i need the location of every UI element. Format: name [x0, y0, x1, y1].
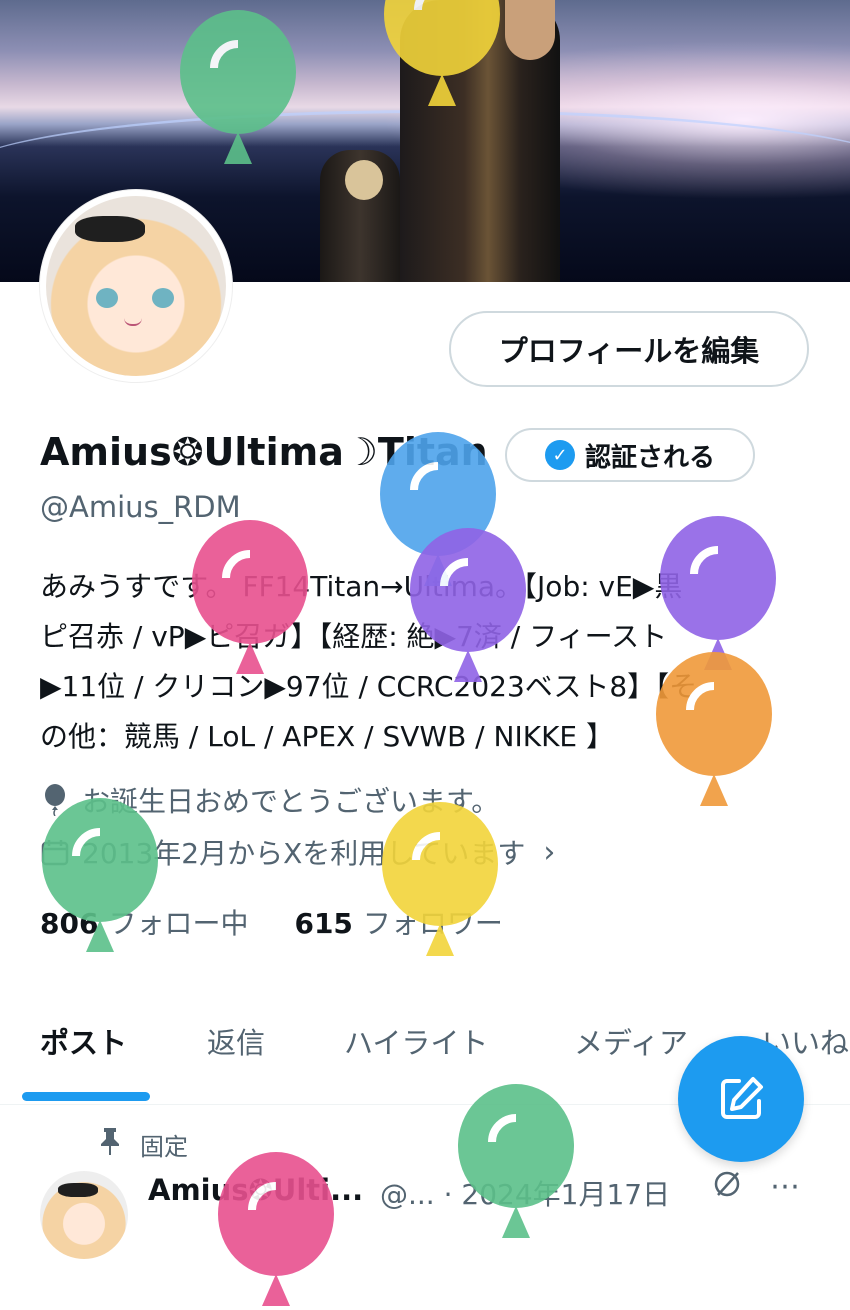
- grok-icon[interactable]: [712, 1169, 742, 1207]
- birthday-text: お誕生日おめでとうございます。: [82, 785, 500, 818]
- bio-line: あみうすです。 FF14Titan→Ultima。【Job: vE▶黒: [40, 570, 683, 603]
- post-avatar-bow: [58, 1183, 98, 1197]
- verified-badge-icon: ✓: [544, 440, 575, 470]
- bio-line: の他：競馬 / LoL / APEX / SVWB / NIKKE 】: [40, 720, 615, 753]
- pinned-label: 固定: [140, 1132, 188, 1161]
- get-verified-label: 認証される: [584, 442, 715, 473]
- balloon-icon: [40, 784, 70, 816]
- profile-bio: あみうすです。 FF14Titan→Ultima。【Job: vE▶黒 ピ召赤 …: [40, 562, 815, 762]
- get-verified-button[interactable]: ✓ 認証される: [505, 428, 755, 482]
- post-meta: @... · 2024年1月17日: [380, 1178, 671, 1211]
- bio-line: ピ召赤 / vP▶ピ召ガ】【経歴: 絶▶7済 / フィースト: [40, 620, 668, 653]
- banner-character-1-head: [505, 0, 555, 60]
- following-link[interactable]: 806 フォロー中: [40, 902, 248, 942]
- joined-row[interactable]: 2013年2月からXを利用しています ›: [40, 832, 555, 872]
- follow-stats: 806 フォロー中 615 フォロワー: [40, 902, 503, 942]
- pinned-indicator: 固定: [98, 1126, 188, 1162]
- compose-icon: [721, 1077, 763, 1119]
- profile-avatar[interactable]: [40, 190, 232, 382]
- birthday-row: お誕生日おめでとうございます。: [40, 780, 499, 820]
- tab-highlights[interactable]: ハイライト: [344, 1020, 488, 1062]
- calendar-icon: [40, 838, 70, 866]
- followers-label: フォロワー: [362, 907, 503, 940]
- tab-posts[interactable]: ポスト: [40, 1020, 127, 1062]
- balloon-decoration: [458, 1084, 574, 1238]
- followers-count: 615: [294, 907, 353, 940]
- followers-link[interactable]: 615 フォロワー: [294, 902, 502, 942]
- post-avatar[interactable]: [40, 1171, 128, 1259]
- post-author-name: Amius❂Ulti...: [148, 1173, 364, 1207]
- tab-replies[interactable]: 返信: [207, 1020, 265, 1062]
- chevron-right-icon: ›: [543, 834, 556, 870]
- joined-text: 2013年2月からXを利用しています: [82, 837, 526, 870]
- avatar-eye-left: [96, 288, 118, 308]
- pinned-post[interactable]: Amius❂Ulti... @... · 2024年1月17日 ⋯: [40, 1165, 850, 1259]
- pin-icon: [98, 1126, 122, 1162]
- compose-post-button[interactable]: [678, 1036, 804, 1162]
- banner-character-2-head: [345, 160, 383, 200]
- user-handle: @Amius_RDM: [40, 490, 241, 524]
- avatar-bow: [75, 216, 145, 242]
- avatar-eye-right: [152, 288, 174, 308]
- display-name: Amius❂Ultima☽Titan: [40, 430, 488, 474]
- post-actions: ⋯: [712, 1169, 800, 1207]
- following-count: 806: [40, 907, 99, 940]
- following-label: フォロー中: [108, 907, 249, 940]
- edit-profile-button[interactable]: プロフィールを編集: [449, 311, 809, 387]
- more-options-icon[interactable]: ⋯: [770, 1169, 800, 1207]
- tab-media[interactable]: メディア: [574, 1020, 688, 1062]
- active-tab-indicator: [22, 1092, 150, 1101]
- bio-line: ▶11位 / クリコン▶97位 / CCRC2023ベスト8】【そ: [40, 670, 698, 703]
